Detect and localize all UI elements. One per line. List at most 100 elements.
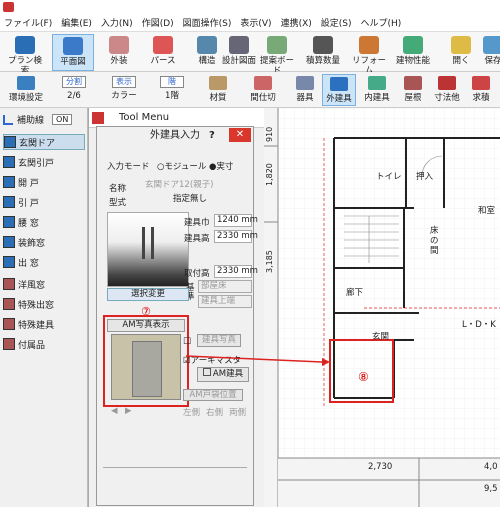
- dialog-divider: [103, 467, 247, 468]
- height-field[interactable]: 2330 mm: [214, 230, 258, 243]
- subtoolbar-button-label: 外建具: [326, 94, 352, 104]
- guide-line-icon: [3, 114, 13, 125]
- vertical-dimension: 910: [265, 126, 274, 142]
- base-select-floor[interactable]: 部屋床: [198, 280, 252, 293]
- toolbar-button-3[interactable]: パース: [142, 34, 184, 71]
- sidebar-item-label: 装飾窓: [18, 238, 46, 249]
- performance-icon: [403, 36, 423, 54]
- horizontal-dimension: 9,5: [484, 484, 498, 494]
- subtoolbar-button-6[interactable]: 器具: [288, 74, 322, 106]
- sidebar-item-10[interactable]: 付属品: [3, 336, 85, 352]
- toolbar-button-label: 設計図面: [221, 56, 256, 66]
- toolbar-button-2[interactable]: 外装: [98, 34, 140, 71]
- fitting-type-icon: [3, 216, 15, 228]
- side-right[interactable]: 右側: [206, 406, 223, 418]
- title-bar: [0, 0, 500, 14]
- toolbar-button-7[interactable]: 積算数量: [302, 34, 344, 71]
- fitting-photo-button[interactable]: 建具写真: [197, 334, 241, 347]
- am-fitting-button[interactable]: AM建具: [197, 367, 249, 382]
- am-photo-display-button[interactable]: AM写真表示: [107, 319, 185, 332]
- horizontal-dimension: 2,730: [368, 462, 393, 472]
- dialog-title-text: 外建具入力: [150, 130, 200, 141]
- subtoolbar-button-label: 材質: [209, 93, 227, 103]
- floor-plan-canvas[interactable]: トイレ 押入 和室 床の間 廊下 玄関 L・D・K 910 1,820 3,185 2,730 4,0…: [264, 108, 500, 507]
- am-fitting-label: AM建具: [212, 369, 244, 379]
- name-field: 玄関ドア12(親子): [145, 180, 214, 190]
- next-arrow-icon[interactable]: ▶: [125, 406, 132, 416]
- menu-item-8[interactable]: ヘルプ(H): [361, 16, 402, 29]
- menu-item-4[interactable]: 図面操作(S): [183, 16, 232, 29]
- sidebar-item-8[interactable]: 特殊出窓: [3, 296, 85, 312]
- toolbar-button-8[interactable]: リフォーム: [348, 34, 390, 76]
- subtoolbar-button-1[interactable]: 分割 2/6: [52, 74, 96, 106]
- mode-radio-module[interactable]: ○モジュール: [157, 160, 206, 172]
- vertical-dimension: 1,820: [265, 163, 274, 186]
- width-field[interactable]: 1240 mm: [214, 214, 258, 227]
- subtoolbar-button-4[interactable]: 材質: [196, 74, 240, 106]
- subtoolbar-button-label: 2/6: [67, 91, 81, 101]
- toolbar-button-6[interactable]: 提案ボード: [256, 34, 298, 76]
- archimaster-checkbox[interactable]: ☑アーキマスタ: [183, 354, 241, 366]
- sidebar-item-6[interactable]: 出 窓: [3, 254, 85, 270]
- fitting-photo-checkbox[interactable]: □: [183, 336, 191, 346]
- sidebar-item-2[interactable]: 開 戸: [3, 174, 85, 190]
- prev-arrow-icon[interactable]: ◀: [111, 406, 118, 416]
- fitting-type-icon: [3, 196, 15, 208]
- toolbar-button-label: 積算数量: [305, 56, 340, 66]
- subtoolbar-button-7[interactable]: 外建具: [322, 74, 356, 106]
- type-label: 型式: [109, 198, 127, 208]
- subtoolbar-button-3[interactable]: 階 1階: [150, 74, 194, 106]
- exterior-icon: [109, 36, 129, 54]
- toolbar-button-label: 建物性能: [395, 56, 430, 66]
- toolbar-button-label: 保存: [484, 56, 500, 66]
- mount-height-label: 取付高: [184, 269, 210, 279]
- toolbar-button-10[interactable]: 開く: [440, 34, 482, 71]
- annotation-8: ⑧: [358, 370, 369, 384]
- subtoolbar-button-11[interactable]: 求積: [464, 74, 498, 106]
- subtoolbar-button-0[interactable]: 環境設定: [4, 74, 48, 106]
- toolbar-button-0[interactable]: プラン検索: [4, 34, 46, 76]
- sidebar-item-0[interactable]: 玄関ドア: [3, 134, 85, 150]
- menu-item-3[interactable]: 作図(D): [142, 16, 174, 29]
- menu-item-0[interactable]: ファイル(F): [4, 16, 52, 29]
- sidebar-item-3[interactable]: 引 戸: [3, 194, 85, 210]
- select-change-button[interactable]: 選択変更: [107, 288, 189, 301]
- subtoolbar-button-5[interactable]: 間仕切: [246, 74, 280, 106]
- menu-item-1[interactable]: 編集(E): [61, 16, 92, 29]
- subtoolbar-button-10[interactable]: 寸法他: [430, 74, 464, 106]
- sidebar-item-1[interactable]: 玄関引戸: [3, 154, 85, 170]
- sidebar-item-label: 腰 窓: [18, 218, 39, 229]
- sidebar-item-5[interactable]: 装飾窓: [3, 234, 85, 250]
- archimaster-label: アーキマスタ: [190, 356, 242, 366]
- side-left[interactable]: 左側: [183, 406, 200, 418]
- mode-actual-label: 実寸: [216, 162, 234, 172]
- menu-item-7[interactable]: 設定(S): [321, 16, 352, 29]
- board-icon: [267, 36, 287, 54]
- help-button[interactable]: ?: [209, 127, 215, 145]
- subtoolbar-button-9[interactable]: 屋根: [396, 74, 430, 106]
- mode-radio-actual[interactable]: ●実寸: [209, 160, 233, 172]
- toolbar-button-11[interactable]: 保存: [478, 34, 500, 71]
- sidebar-item-9[interactable]: 特殊建具: [3, 316, 85, 332]
- subtoolbar-button-8[interactable]: 内建具: [360, 74, 394, 106]
- toolbar-button-5[interactable]: 設計図面: [218, 34, 260, 71]
- menu-item-2[interactable]: 入力(N): [101, 16, 133, 29]
- sidebar-item-4[interactable]: 腰 窓: [3, 214, 85, 230]
- menu-item-5[interactable]: 表示(V): [240, 16, 271, 29]
- subtoolbar-button-2[interactable]: 表示 カラー: [102, 74, 146, 106]
- mount-height-field[interactable]: 2330 mm: [214, 265, 258, 278]
- am-pocket-position-button[interactable]: AM戸袋位置: [183, 389, 243, 401]
- guide-line-toggle[interactable]: ON: [52, 114, 73, 125]
- toolbar-button-9[interactable]: 建物性能: [392, 34, 434, 71]
- menu-item-6[interactable]: 連携(X): [281, 16, 312, 29]
- subtoolbar-button-label: カラー: [111, 91, 137, 101]
- sidebar-item-7[interactable]: 洋風窓: [3, 276, 85, 292]
- fitting-type-icon: [3, 278, 15, 290]
- room-label: 床の間: [430, 226, 439, 256]
- close-button[interactable]: ✕: [229, 128, 251, 142]
- base-select-top[interactable]: 建具上端: [198, 295, 252, 308]
- side-both[interactable]: 両側: [229, 406, 246, 418]
- toolbar-button-1[interactable]: 平面図: [52, 34, 94, 71]
- open-icon: [451, 36, 471, 54]
- am-fitting-icon: [202, 368, 211, 376]
